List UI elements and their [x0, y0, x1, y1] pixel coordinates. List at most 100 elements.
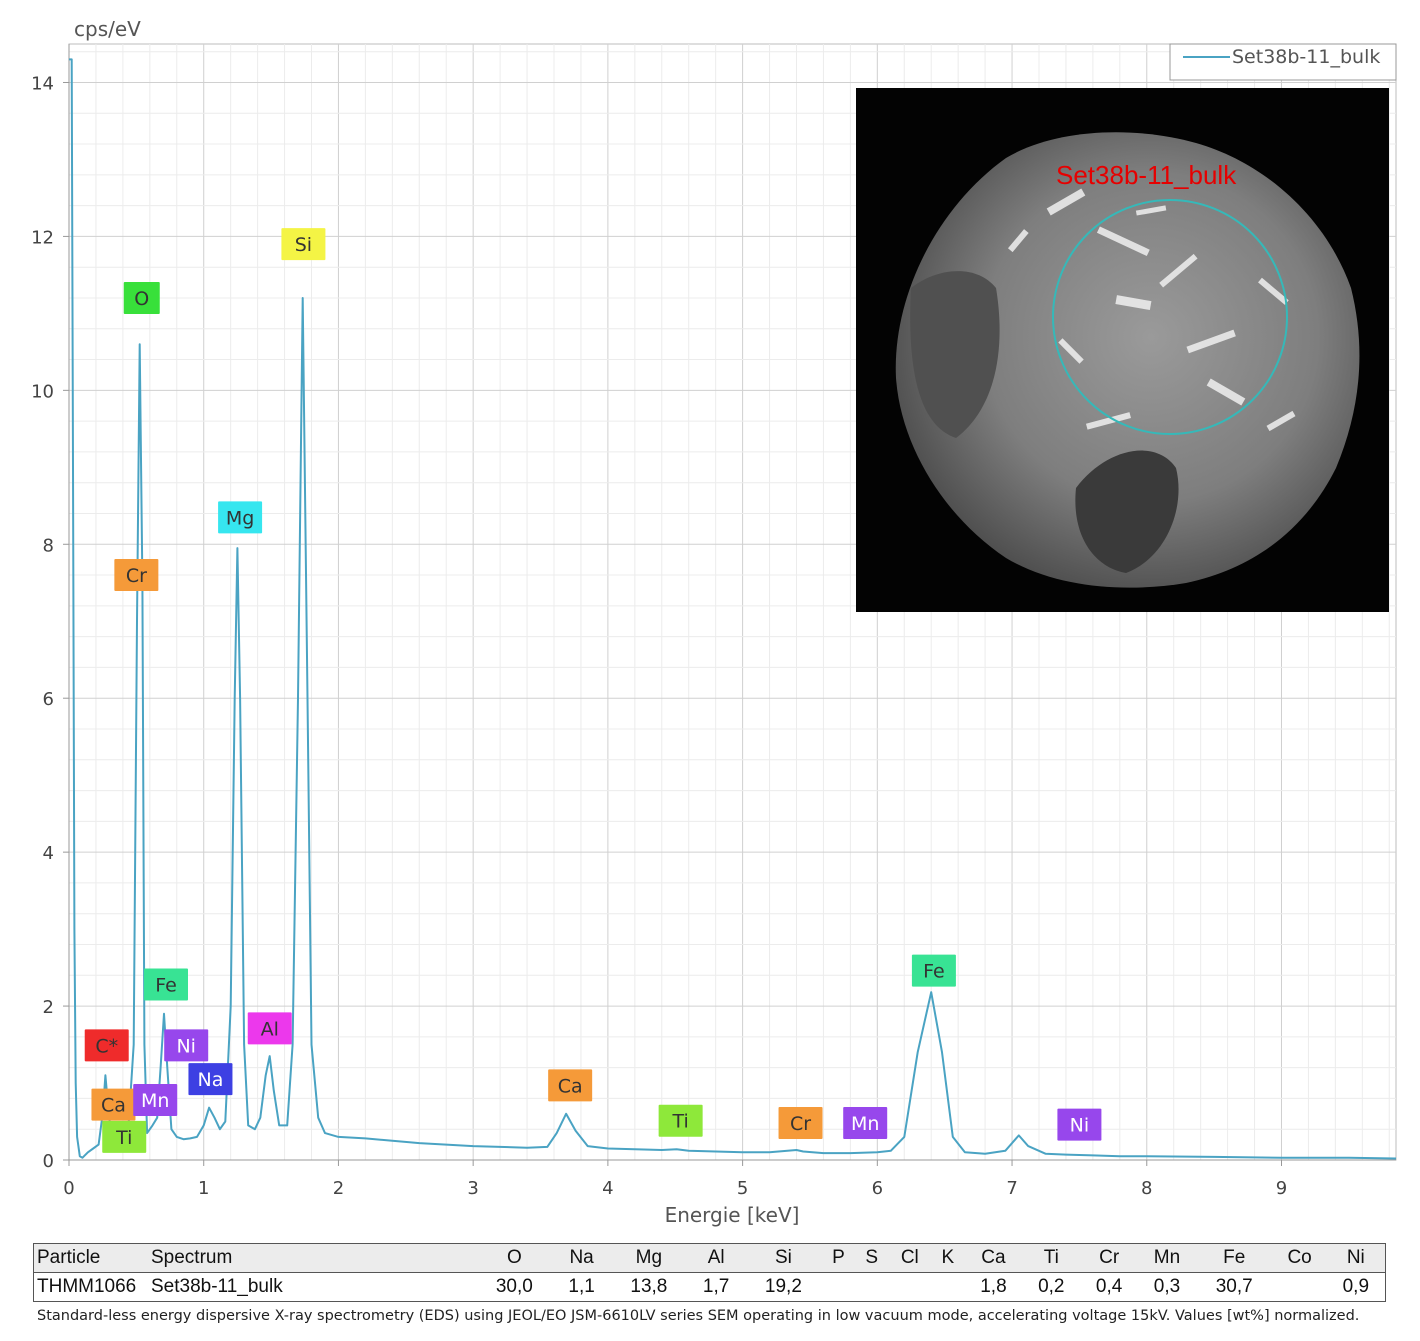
header-si: Si: [745, 1243, 822, 1273]
element-label-text: Fe: [155, 975, 177, 997]
table-row: THMM1066 Set38b-11_bulk 30,0 1,1 13,8 1,…: [33, 1272, 1386, 1302]
header-o: O: [476, 1243, 553, 1273]
element-label-text: Ni: [1070, 1115, 1090, 1137]
element-label-ti: Ti: [658, 1104, 703, 1137]
element-label-text: Cr: [790, 1113, 811, 1135]
cell-k: [931, 1272, 965, 1302]
cell-mg: 13,8: [610, 1272, 688, 1302]
element-label-text: Ca: [101, 1095, 126, 1117]
sem-micrograph: Set38b-11_bulk: [856, 88, 1389, 612]
y-tick-label: 6: [43, 689, 54, 710]
header-particle: Particle: [33, 1243, 148, 1273]
element-label-o: O: [123, 281, 160, 314]
header-k: K: [931, 1243, 965, 1273]
header-p: P: [821, 1243, 856, 1273]
cell-p: [821, 1272, 856, 1302]
element-label-text: Ti: [671, 1111, 688, 1133]
element-label-mn: Mn: [843, 1107, 888, 1140]
header-ni: Ni: [1326, 1243, 1386, 1273]
element-label-fe: Fe: [911, 954, 956, 987]
footnote: Standard-less energy dispersive X-ray sp…: [37, 1308, 1360, 1324]
cell-co: [1272, 1272, 1327, 1302]
cell-al: 1,7: [687, 1272, 746, 1302]
y-tick-label: 10: [31, 381, 54, 402]
cell-ti: 0,2: [1022, 1272, 1081, 1302]
header-mg: Mg: [610, 1243, 688, 1273]
element-label-text: Al: [261, 1018, 279, 1040]
header-ca: Ca: [964, 1243, 1023, 1273]
y-tick-label: 0: [43, 1151, 54, 1172]
header-s: S: [855, 1243, 889, 1273]
x-tick-label: 4: [602, 1178, 613, 1199]
header-cr: Cr: [1080, 1243, 1139, 1273]
header-mn: Mn: [1138, 1243, 1196, 1273]
element-label-cstar: C*: [84, 1029, 129, 1062]
header-spectrum: Spectrum: [148, 1243, 476, 1273]
cell-spectrum: Set38b-11_bulk: [148, 1272, 476, 1302]
x-tick-label: 8: [1141, 1178, 1152, 1199]
cell-fe: 30,7: [1195, 1272, 1273, 1302]
element-label-text: Ca: [558, 1075, 583, 1097]
element-label-text: Mg: [226, 507, 254, 529]
x-tick-label: 0: [63, 1178, 74, 1199]
header-fe: Fe: [1195, 1243, 1273, 1273]
element-label-mn: Mn: [133, 1083, 178, 1116]
element-label-cr: Cr: [114, 559, 159, 592]
cell-cr: 0,4: [1080, 1272, 1139, 1302]
element-label-ca: Ca: [91, 1088, 136, 1121]
composition-table: Particle Spectrum O Na Mg Al Si P S Cl K…: [33, 1243, 1386, 1302]
x-tick-label: 9: [1276, 1178, 1287, 1199]
element-label-text: C*: [95, 1035, 118, 1057]
cell-ni: 0,9: [1326, 1272, 1386, 1302]
element-label-text: Si: [295, 234, 312, 256]
header-cl: Cl: [888, 1243, 932, 1273]
element-label-text: Fe: [923, 961, 945, 983]
sem-region-label: Set38b-11_bulk: [1056, 160, 1237, 190]
y-tick-label: 12: [31, 227, 54, 248]
legend: Set38b-11_bulk: [1169, 43, 1397, 81]
element-label-text: Mn: [851, 1113, 879, 1135]
x-tick-label: 6: [872, 1178, 883, 1199]
element-label-ti: Ti: [102, 1120, 147, 1153]
element-label-al: Al: [247, 1012, 292, 1045]
element-label-text: Ti: [115, 1127, 132, 1149]
header-ti: Ti: [1022, 1243, 1081, 1273]
cell-ca: 1,8: [964, 1272, 1023, 1302]
element-label-text: Cr: [126, 565, 147, 587]
cell-s: [855, 1272, 889, 1302]
element-label-ni: Ni: [1057, 1108, 1102, 1141]
cell-mn: 0,3: [1138, 1272, 1196, 1302]
element-label-mg: Mg: [218, 501, 263, 534]
element-label-fe: Fe: [143, 968, 188, 1001]
header-al: Al: [687, 1243, 746, 1273]
element-label-text: Mn: [141, 1090, 169, 1112]
element-label-ca: Ca: [548, 1069, 593, 1102]
cell-na: 1,1: [552, 1272, 611, 1302]
x-axis-title: Energie [keV]: [665, 1203, 800, 1227]
y-tick-label: 14: [31, 73, 54, 94]
cell-si: 19,2: [745, 1272, 822, 1302]
element-label-text: Ni: [176, 1035, 196, 1057]
y-tick-label: 2: [43, 997, 54, 1018]
x-tick-label: 3: [467, 1178, 478, 1199]
element-label-text: O: [134, 288, 149, 310]
element-label-na: Na: [188, 1063, 233, 1096]
element-label-si: Si: [281, 228, 326, 261]
cell-cl: [888, 1272, 932, 1302]
table-header-row: Particle Spectrum O Na Mg Al Si P S Cl K…: [33, 1243, 1386, 1273]
x-tick-label: 1: [198, 1178, 209, 1199]
y-tick-label: 4: [43, 843, 54, 864]
y-tick-label: 8: [43, 535, 54, 556]
x-tick-label: 7: [1006, 1178, 1017, 1199]
y-axis-title: cps/eV: [74, 17, 141, 41]
element-label-text: Na: [198, 1069, 224, 1091]
cell-o: 30,0: [476, 1272, 553, 1302]
cell-particle: THMM1066: [33, 1272, 148, 1302]
x-tick-label: 5: [737, 1178, 748, 1199]
header-na: Na: [552, 1243, 611, 1273]
element-label-ni: Ni: [164, 1029, 209, 1062]
header-co: Co: [1272, 1243, 1327, 1273]
x-tick-label: 2: [333, 1178, 344, 1199]
legend-entry: Set38b-11_bulk: [1232, 46, 1380, 68]
element-label-cr: Cr: [778, 1107, 823, 1140]
